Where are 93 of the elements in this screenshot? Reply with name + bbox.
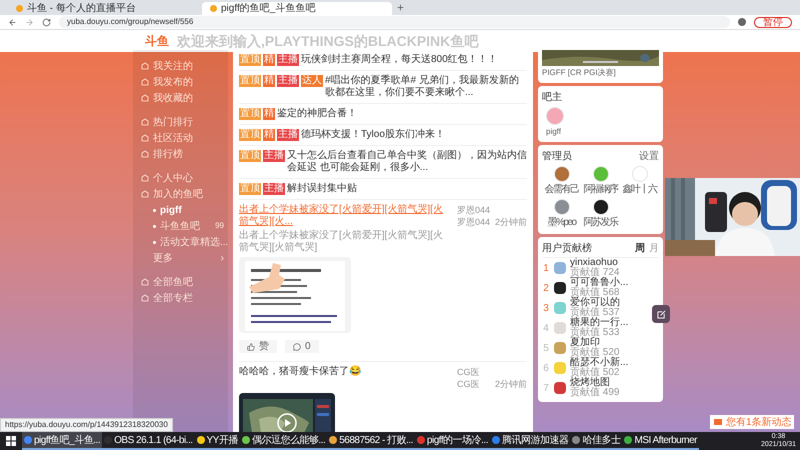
comment-icon [293,342,301,350]
settings-link[interactable]: 设置 [639,149,659,164]
admin-name[interactable]: 阿福钢序 [584,182,618,197]
taskbar-app[interactable]: 56887562 - 打败... [327,432,415,450]
rank-number: 7 [542,382,550,396]
contribution-score: 贡献值 537 [570,308,620,318]
address-bar[interactable]: yuba.douyu.com/group/newself/556 [59,16,730,28]
user-avatar[interactable] [554,282,566,294]
post-title[interactable]: 玩侠剑封主赛周全程，每天送800红包！！！ [301,54,498,66]
forward-icon[interactable] [25,18,34,26]
post-tag: 达人 [301,75,323,87]
contribution-score: 贡献值 724 [570,268,620,278]
post-tag: 置顶 [239,183,261,195]
bullet-icon [153,224,156,228]
post-tag: 主播 [277,54,299,66]
card-title: 用户贡献榜 [542,242,593,256]
taskbar-app[interactable]: 哈佳多士 [570,432,622,450]
rank-number: 5 [542,342,550,356]
post-tag: 精 [263,75,275,87]
cover-caption[interactable]: PIGFF [CR PGI决赛] [542,67,659,79]
reload-icon[interactable] [42,18,51,26]
post-title[interactable]: 又十怎么后台查看自己单合中奖（副图），因为站内信会延迟 也可能会延刚，很多小... [287,150,527,174]
chevron-icon: › [220,250,224,266]
contribution-score: 贡献值 502 [570,368,620,378]
period-tab[interactable]: 周 [635,241,645,256]
taskbar-app[interactable]: 腾讯网游加速器 [490,432,570,450]
post-title[interactable]: 哈哈哈，猪哥瘦卡保苦了😂 [239,366,449,378]
comment-button[interactable]: 0 [285,340,319,353]
post-tag: 精 [263,54,275,66]
card-title: 吧主 [542,90,563,105]
post-title[interactable]: 解封误封集中贴 [287,183,357,195]
user-name[interactable]: yinxiaohuo [570,258,620,268]
taskbar-app[interactable]: 偶尔逗您么能够... [240,432,328,450]
admin-name[interactable]: 会需有己 [544,182,578,197]
user-name[interactable]: 爱你可以的 [570,298,620,308]
post-tag: 置顶 [239,150,261,162]
status-url: https://yuba.douyu.com/p/1443912318320030 [0,418,173,432]
post-title[interactable]: 鉴定的神肥合番！ [277,108,357,120]
play-icon[interactable] [277,413,297,432]
user-name[interactable]: 酷瑟不小新... [570,358,628,368]
avatar[interactable] [592,199,608,215]
taskbar-app[interactable]: MSI Afterburner [622,432,700,450]
count-label: 99 [215,220,224,232]
post-time: 2分钟前 [494,378,527,390]
contribution-score: 贡献值 499 [570,388,620,398]
user-name[interactable]: 糖果的一行... [570,318,628,328]
post-tag: 置顶 [239,108,261,120]
user-name[interactable]: 可可鲁鲁小... [570,278,628,288]
taskbar-app[interactable]: OBS 26.1.1 (64-bi... [102,432,195,450]
tab-favicon-icon [210,5,217,12]
user-name[interactable]: 夏加印 [570,338,620,348]
rank-number: 6 [542,362,550,376]
post-tag: 主播 [277,129,299,141]
post-tag: 精 [263,108,275,120]
contribution-score: 贡献值 533 [570,328,620,338]
compose-button[interactable] [652,305,670,323]
taskbar-app[interactable]: pigff的一场冷... [414,432,490,450]
browser-tab[interactable]: pigff的鱼吧_斗鱼鱼吧 [202,2,392,15]
post-tag: 置顶 [239,54,261,66]
card-title: 管理员 [542,150,572,164]
contribution-score: 贡献值 520 [570,348,620,358]
post-tag: 主播 [263,183,285,195]
post-tag: 置顶 [239,75,261,87]
windows-start-icon[interactable] [6,436,16,446]
post-title[interactable]: #唱出你的夏季歌单# 兄弟们，我最新发新的歌都在这里，你们要不要来瞅个... [325,75,527,99]
taskbar-app[interactable]: pigff鱼吧_斗鱼... [22,432,102,450]
bullet-icon [153,208,156,212]
thumbs-up-icon [247,342,255,350]
admin-name[interactable]: 阿苏发乐 [584,215,618,230]
profile-icon[interactable] [738,18,746,26]
post-time: 2分钟前 [494,216,527,228]
new-tab-icon[interactable] [396,3,405,12]
rank-number: 1 [542,262,550,276]
post-title[interactable]: 德玛杯支援！Tyloo股东们冲来！ [301,129,445,141]
owner-name[interactable]: pigff [546,126,561,138]
user-name[interactable]: 烧烤地图 [570,378,620,388]
post-tag: 主播 [263,150,285,162]
admin-name[interactable]: 鑫叶丨六 [622,182,656,197]
edit-icon [656,310,666,318]
back-icon[interactable] [8,18,17,26]
taskbar-app[interactable]: YY开播 [194,432,240,450]
contribution-score: 贡献值 568 [570,288,620,298]
rank-number: 4 [542,322,550,336]
tab-favicon-icon [16,5,23,12]
rank-number: 3 [542,302,550,316]
post-tag: 主播 [277,75,299,87]
like-button[interactable]: 赞 [239,340,277,353]
rank-number: 2 [542,282,550,296]
bullet-icon [153,240,156,244]
post-summary: 出者上个学妹被家没了[火箭爱开][火箭气哭][火箭气哭][火箭气哭] [239,230,444,254]
admin-name[interactable]: 墨%peo [547,215,576,230]
post-tag: 精 [263,129,275,141]
post-tag: 置顶 [239,129,261,141]
